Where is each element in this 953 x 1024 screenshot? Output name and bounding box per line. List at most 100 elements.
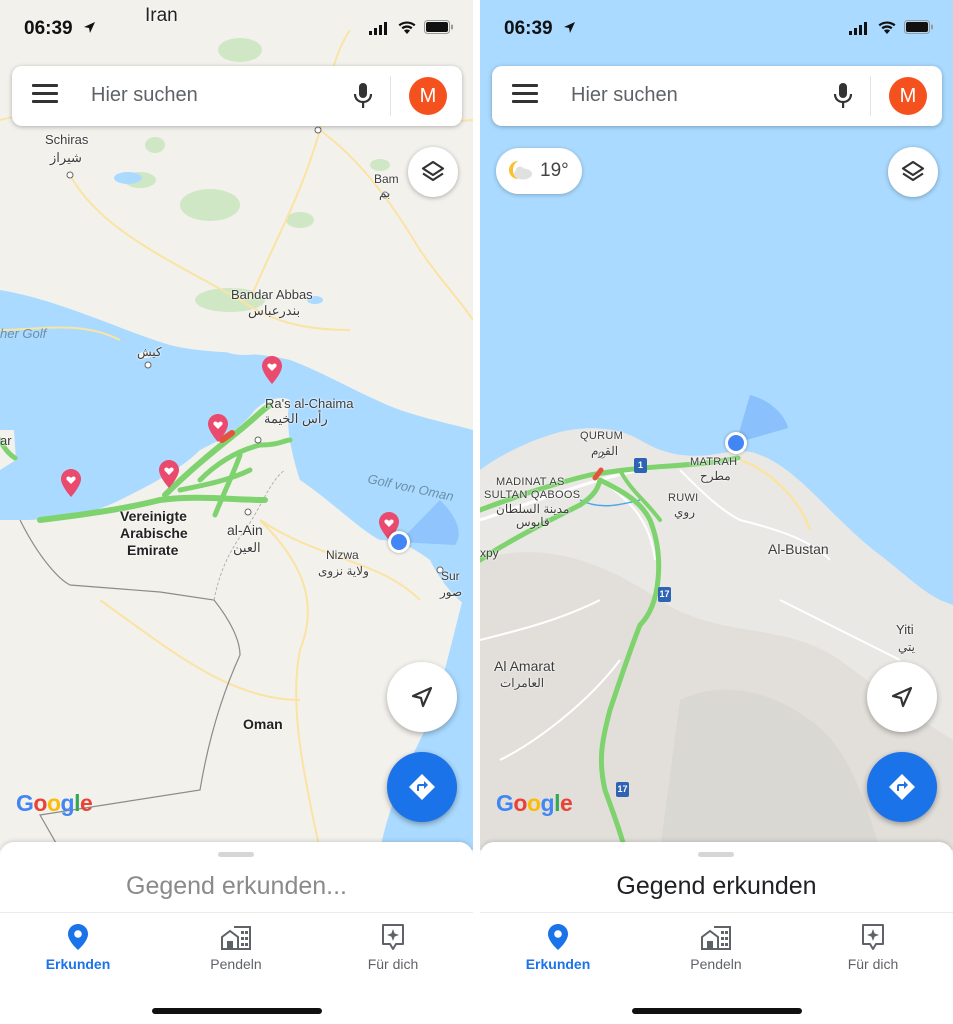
status-time: 06:39	[24, 18, 73, 39]
place-pin-icon	[68, 924, 88, 950]
map-label-ruwi: RUWI	[668, 492, 699, 504]
sheet-drag-handle[interactable]	[698, 852, 734, 857]
saved-place-pin[interactable]	[262, 356, 282, 384]
navigation-arrow-icon	[891, 686, 913, 708]
map-layers-button[interactable]	[408, 147, 458, 197]
microphone-icon[interactable]	[353, 82, 373, 110]
map-label-madinat-arabic2: قابوس	[516, 515, 550, 529]
commute-buildings-icon	[221, 926, 251, 950]
screenshot-stage: Iran Schiras شيراز Bam بم Bandar Abbas ب…	[0, 0, 953, 1024]
search-input[interactable]: Hier suchen	[571, 84, 678, 107]
my-location-button[interactable]	[867, 662, 937, 732]
search-bar[interactable]: Hier suchen M	[492, 66, 942, 126]
tab-fuer-dich[interactable]: Für dich	[813, 923, 933, 972]
location-arrow-icon	[564, 22, 575, 33]
right-phone-screen: QURUM القرم MATRAH مطرح MADINAT AS SULTA…	[480, 0, 953, 1024]
location-arrow-icon	[84, 22, 95, 33]
search-bar[interactable]: Hier suchen M	[12, 66, 462, 126]
map-label-oman: Oman	[243, 716, 283, 732]
tab-fuer-dich[interactable]: Für dich	[333, 923, 453, 972]
tab-pendeln[interactable]: Pendeln	[176, 923, 296, 972]
left-phone-screen: Iran Schiras شيراز Bam بم Bandar Abbas ب…	[0, 0, 473, 1024]
google-logo: Google	[16, 790, 93, 816]
place-pin-icon	[548, 924, 568, 950]
tab-label: Für dich	[847, 956, 899, 972]
explore-bottom-sheet[interactable]: Gegend erkunden...	[0, 842, 473, 912]
map-label-kish: كيش	[137, 345, 162, 359]
for-you-sparkle-icon	[862, 924, 884, 950]
explore-sheet-title: Gegend erkunden	[616, 872, 817, 900]
map-label-al-ain-arabic: العين	[233, 540, 261, 555]
weather-chip[interactable]: 19°	[496, 148, 582, 194]
map-label-bam-arabic: بم	[379, 186, 391, 200]
status-time: 06:39	[504, 18, 553, 39]
tab-erkunden[interactable]: Erkunden	[18, 923, 138, 972]
hamburger-menu-icon[interactable]	[512, 84, 538, 108]
map-label-sur: Sur	[441, 569, 460, 583]
sheet-drag-handle[interactable]	[218, 852, 254, 857]
tab-erkunden[interactable]: Erkunden	[498, 923, 618, 972]
microphone-icon[interactable]	[833, 82, 853, 110]
map-label-bandar-abbas: Bandar Abbas	[231, 287, 313, 302]
map-label-madinat-line1: MADINAT AS	[496, 476, 565, 488]
cellular-signal-icon	[369, 22, 387, 35]
account-avatar[interactable]: M	[409, 77, 447, 115]
layers-icon	[901, 160, 925, 182]
cellular-signal-icon	[849, 22, 867, 35]
search-bar-separator	[390, 76, 391, 116]
map-label-bandar-abbas-arabic: بندرعباس	[248, 303, 301, 318]
saved-place-pin[interactable]	[159, 460, 179, 488]
map-label-ras-al-chaima-arabic: رأس الخيمة	[264, 411, 328, 426]
map-label-uae-line3: Emirate	[127, 542, 179, 558]
map-label-yiti-arabic: يتي	[898, 640, 915, 654]
search-input[interactable]: Hier suchen	[91, 84, 198, 107]
map-label-al-amarat-arabic: العامرات	[500, 676, 545, 690]
map-label-madinat-arabic1: مدينة السلطان	[496, 502, 570, 516]
directions-button[interactable]	[387, 752, 457, 822]
tab-label: Pendeln	[210, 956, 262, 972]
directions-icon	[409, 774, 435, 800]
saved-place-pin[interactable]	[208, 414, 228, 442]
hamburger-menu-icon[interactable]	[32, 84, 58, 108]
current-location-dot	[388, 531, 410, 553]
navigation-arrow-icon	[411, 686, 433, 708]
route-shield-1: 1	[634, 458, 647, 473]
directions-icon	[889, 774, 915, 800]
map-label-bam: Bam	[374, 172, 399, 186]
account-avatar[interactable]: M	[889, 77, 927, 115]
for-you-sparkle-icon	[382, 924, 404, 950]
my-location-button[interactable]	[387, 662, 457, 732]
home-indicator[interactable]	[632, 1008, 802, 1014]
map-label-persian-gulf: her Golf	[0, 326, 47, 341]
route-shield-17: 17	[616, 782, 629, 797]
status-bar: 06:39	[0, 16, 473, 42]
tab-label: Für dich	[367, 956, 419, 972]
map-label-yiti: Yiti	[896, 622, 914, 637]
map-layers-button[interactable]	[888, 147, 938, 197]
battery-icon	[424, 20, 453, 34]
map-label-sur-arabic: صور	[440, 585, 463, 599]
map-label-qurum: QURUM	[580, 430, 624, 442]
map-label-uae-line2: Arabische	[120, 525, 188, 541]
home-indicator[interactable]	[152, 1008, 322, 1014]
wifi-icon	[878, 21, 896, 34]
tab-pendeln[interactable]: Pendeln	[656, 923, 776, 972]
directions-button[interactable]	[867, 752, 937, 822]
screen-divider	[473, 0, 480, 1024]
map-label-nizwa: Nizwa	[326, 548, 359, 562]
map-label-ruwi-arabic: روي	[674, 505, 695, 519]
wifi-icon	[398, 21, 416, 34]
map-label-matrah-arabic: مطرح	[700, 469, 731, 483]
explore-sheet-title: Gegend erkunden...	[126, 872, 347, 900]
battery-icon	[904, 20, 933, 34]
map-label-nizwa-arabic: ولاية نزوى	[318, 564, 369, 578]
map-label-shiraz-arabic: شيراز	[50, 150, 82, 165]
map-label-edge-fragment: ar	[0, 433, 12, 448]
tab-label: Erkunden	[525, 956, 591, 972]
saved-place-pin[interactable]	[61, 469, 81, 497]
explore-bottom-sheet[interactable]: Gegend erkunden	[480, 842, 953, 912]
search-bar-separator	[870, 76, 871, 116]
route-shield-17: 17	[658, 587, 671, 602]
map-label-al-ain: al-Ain	[227, 522, 263, 538]
map-label-qurum-arabic: القرم	[591, 444, 619, 458]
